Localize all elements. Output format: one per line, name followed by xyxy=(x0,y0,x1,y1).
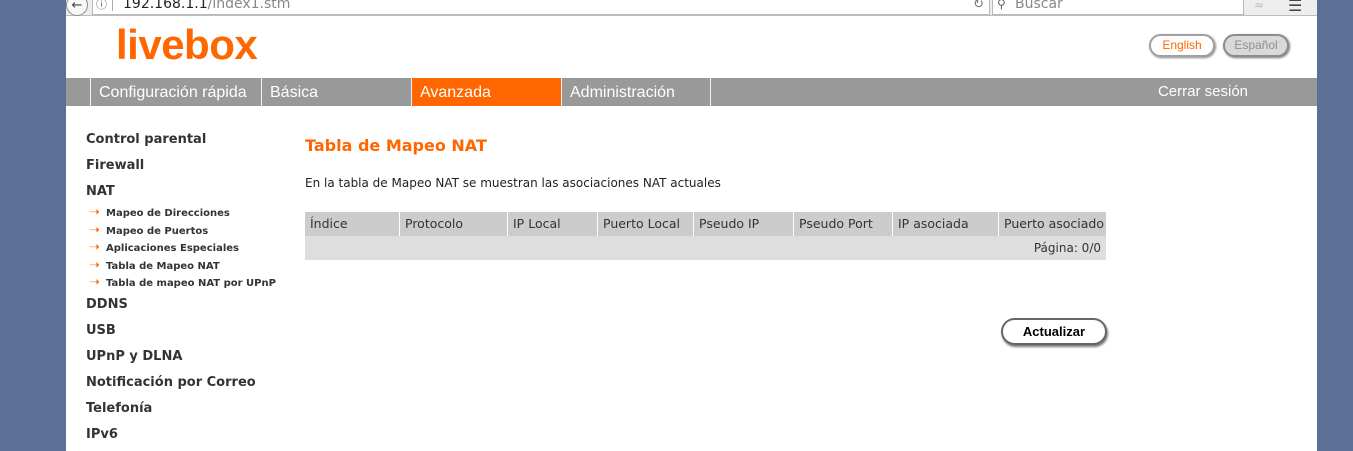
nav-configuracion-rapida[interactable]: Configuración rápida xyxy=(90,78,261,106)
column-header-pseudo-port: Pseudo Port xyxy=(794,212,893,236)
arrow-right-icon: ➝ xyxy=(89,258,100,273)
nat-mapping-table: Índice Protocolo IP Local Puerto Local P… xyxy=(305,212,1106,260)
sidebar-item-nat[interactable]: NAT xyxy=(86,184,115,199)
sidebar-item-usb[interactable]: USB xyxy=(86,323,116,338)
livebox-logo: livebox xyxy=(116,21,258,68)
sidebar-subitem-label: Aplicaciones Especiales xyxy=(106,243,239,254)
sidebar-item-upnp-dlna[interactable]: UPnP y DLNA xyxy=(86,349,182,364)
hamburger-menu-icon[interactable]: ☰ xyxy=(1288,0,1302,15)
sidebar-subitem-mapeo-direcciones[interactable]: ➝ Mapeo de Direcciones xyxy=(89,205,230,220)
sidebar-item-firewall[interactable]: Firewall xyxy=(86,158,144,173)
arrow-right-icon: ➝ xyxy=(89,275,100,290)
column-header-protocolo: Protocolo xyxy=(400,212,508,236)
router-page: livebox English Español Configuración rá… xyxy=(66,16,1317,451)
sidebar-subitem-tabla-mapeo-nat-upnp[interactable]: ➝ Tabla de mapeo NAT por UPnP xyxy=(89,275,276,290)
arrow-right-icon: ➝ xyxy=(89,240,100,255)
search-icon: ⚲ xyxy=(997,0,1006,11)
spanish-button[interactable]: Español xyxy=(1223,34,1289,57)
column-header-ip-local: IP Local xyxy=(508,212,598,236)
nav-avanzada[interactable]: Avanzada xyxy=(411,78,561,106)
column-header-puerto-local: Puerto Local xyxy=(598,212,694,236)
sidebar-subitem-label: Mapeo de Puertos xyxy=(106,226,209,237)
main-nav: Configuración rápida Básica Avanzada Adm… xyxy=(66,78,1317,106)
arrow-right-icon: ➝ xyxy=(89,223,100,238)
browser-search-input[interactable]: ⚲ Buscar xyxy=(992,0,1244,15)
sidebar-subitem-label: Mapeo de Direcciones xyxy=(106,208,230,219)
nav-administracion[interactable]: Administración xyxy=(561,78,711,106)
nav-basica[interactable]: Básica xyxy=(261,78,411,106)
pagination-info: Página: 0/0 xyxy=(1033,241,1101,255)
sidebar-subitem-label: Tabla de Mapeo NAT xyxy=(106,261,220,272)
sidebar-item-control-parental[interactable]: Control parental xyxy=(86,132,206,147)
sidebar-subitem-aplicaciones-especiales[interactable]: ➝ Aplicaciones Especiales xyxy=(89,240,239,255)
arrow-right-icon: ➝ xyxy=(89,205,100,220)
sidebar-item-ddns[interactable]: DDNS xyxy=(86,297,128,312)
sidebar-item-notificacion-correo[interactable]: Notificación por Correo xyxy=(86,375,256,390)
logout-link[interactable]: Cerrar sesión xyxy=(1158,78,1248,106)
update-button[interactable]: Actualizar xyxy=(1001,318,1107,345)
address-bar[interactable]: ⓘ 192.168.1.1/index1.stm ↻ xyxy=(92,0,990,15)
rss-icon[interactable]: ≈ xyxy=(1254,0,1264,12)
url-path: /index1.stm xyxy=(207,0,291,12)
column-header-ip-asociada: IP asociada xyxy=(893,212,999,236)
url-text: 192.168.1.1/index1.stm xyxy=(123,0,290,13)
url-separator xyxy=(112,0,113,11)
sidebar-item-telefonia[interactable]: Telefonía xyxy=(86,401,152,416)
browser-toolbar: ← ⓘ 192.168.1.1/index1.stm ↻ ⌂ ↓ ⚲ Busca… xyxy=(66,0,1317,16)
info-icon[interactable]: ⓘ xyxy=(96,0,107,13)
search-placeholder: Buscar xyxy=(1015,0,1063,12)
column-header-pseudo-ip: Pseudo IP xyxy=(694,212,794,236)
page-description: En la tabla de Mapeo NAT se muestran las… xyxy=(305,176,721,190)
reload-icon[interactable]: ↻ xyxy=(973,0,984,13)
sidebar-item-ipv6[interactable]: IPv6 xyxy=(86,427,118,442)
sidebar-subitem-tabla-mapeo-nat[interactable]: ➝ Tabla de Mapeo NAT xyxy=(89,258,220,273)
sidebar-subitem-mapeo-puertos[interactable]: ➝ Mapeo de Puertos xyxy=(89,223,208,238)
page-title: Tabla de Mapeo NAT xyxy=(305,136,487,155)
column-header-indice: Índice xyxy=(305,212,400,236)
url-host: 192.168.1.1 xyxy=(123,0,208,12)
back-arrow-icon[interactable]: ← xyxy=(66,0,88,16)
column-header-puerto-asociado: Puerto asociado xyxy=(999,212,1106,236)
sidebar-subitem-label: Tabla de mapeo NAT por UPnP xyxy=(106,278,276,289)
english-button[interactable]: English xyxy=(1149,34,1215,57)
